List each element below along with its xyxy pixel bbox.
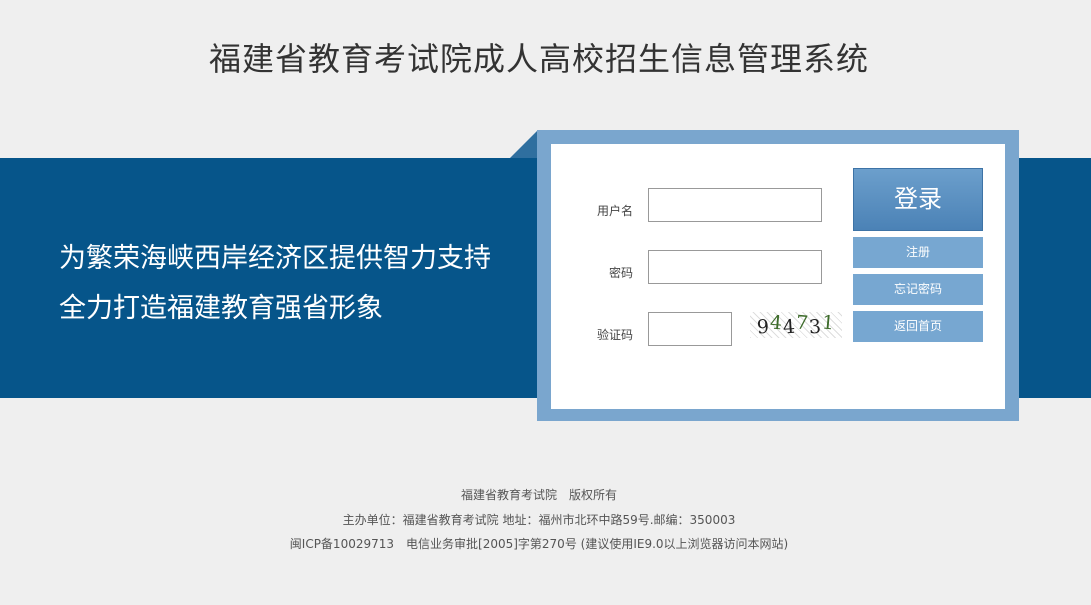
login-button[interactable]: 登录 (853, 168, 983, 231)
forgot-password-button[interactable]: 忘记密码 (853, 274, 983, 305)
captcha-image[interactable]: 944731 (750, 311, 842, 339)
slogan-line-2: 全力打造福建教育强省形象 (59, 293, 383, 324)
home-button[interactable]: 返回首页 (853, 311, 983, 342)
slogan-line-1: 为繁荣海峡西岸经济区提供智力支持 (59, 243, 491, 274)
footer-address: 主办单位：福建省教育考试院 地址：福州市北环中路59号.邮编：350003 (342, 513, 736, 527)
username-input[interactable] (648, 188, 822, 222)
password-label: 密码 (608, 266, 633, 280)
captcha-char: 1 (821, 311, 837, 335)
panel-notch (510, 130, 538, 158)
page-title: 福建省教育考试院成人高校招生信息管理系统 (208, 40, 869, 78)
register-button[interactable]: 注册 (853, 237, 983, 268)
footer-copyright: 福建省教育考试院 版权所有 (460, 488, 617, 502)
footer-icp: 闽ICP备10029713 电信业务审批[2005]字第270号 (建议使用IE… (289, 537, 789, 551)
slogan: 为繁荣海峡西岸经济区提供智力支持 全力打造福建教育强省形象 (59, 234, 491, 334)
captcha-label: 验证码 (596, 328, 633, 342)
password-input[interactable] (648, 250, 822, 284)
captcha-input[interactable] (648, 312, 732, 346)
captcha-char: 4 (768, 311, 784, 335)
captcha-char: 9 (755, 315, 771, 339)
username-label: 用户名 (596, 204, 633, 218)
